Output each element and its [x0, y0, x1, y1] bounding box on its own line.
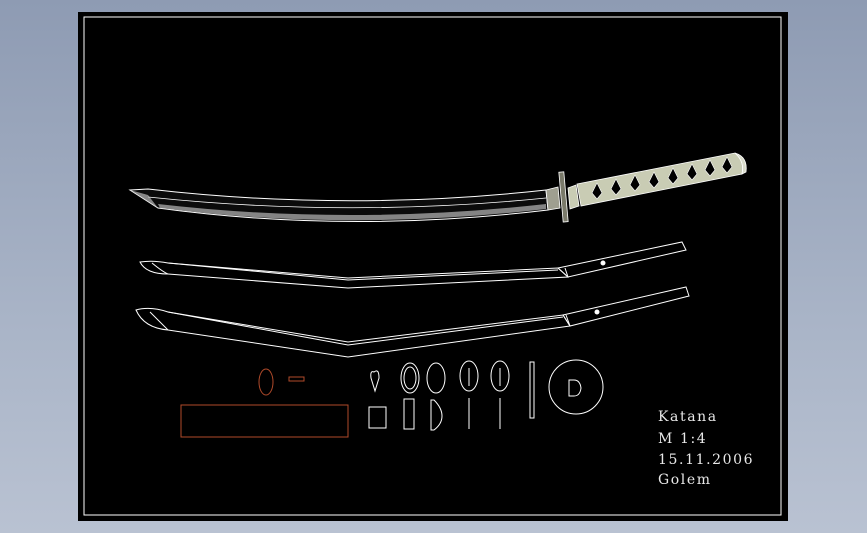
drawing-sheet: Katana M 1:4 15.11.2006 Golem — [78, 12, 788, 521]
katana-drawing — [128, 152, 747, 223]
blade-spacer — [529, 361, 535, 419]
koiguchi-part — [403, 398, 415, 430]
mekugi-part — [288, 376, 305, 382]
tsuka-handle — [576, 152, 744, 207]
fuchi — [567, 184, 580, 210]
title-author: Golem — [658, 472, 712, 488]
tsuka-core-part — [180, 404, 349, 438]
kojiri-part — [370, 370, 380, 393]
tsuba-plate — [548, 359, 604, 415]
title-date: 15.11.2006 — [658, 452, 755, 468]
title-scale: M 1:4 — [658, 431, 708, 447]
fittings-parts — [180, 359, 604, 438]
scabbard-lower — [135, 286, 690, 358]
kashira-part — [368, 406, 387, 429]
fuchi-ring — [426, 362, 446, 394]
scabbard-upper — [139, 241, 687, 289]
habaki — [545, 186, 561, 211]
menuki-part — [258, 368, 274, 396]
title-name: Katana — [658, 409, 718, 425]
tsuba — [558, 171, 569, 223]
kurigata-part — [430, 399, 443, 431]
